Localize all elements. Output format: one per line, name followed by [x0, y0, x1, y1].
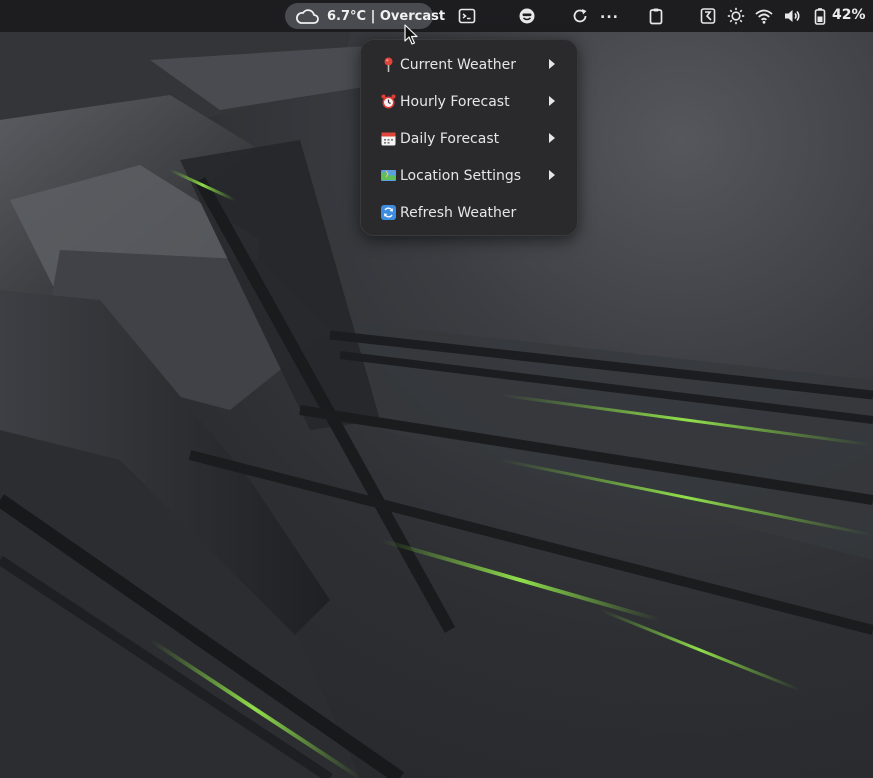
top-panel: 6.7°C | Overcast ... 42% — [0, 0, 873, 32]
menu-item-hourly-forecast[interactable]: Hourly Forecast — [361, 83, 577, 120]
menu-item-label: Daily Forecast — [400, 130, 500, 147]
input-method-icon[interactable] — [698, 6, 718, 26]
menu-item-label: Hourly Forecast — [400, 93, 510, 110]
overflow-indicator[interactable]: ... — [600, 6, 619, 22]
menu-item-label: Current Weather — [400, 56, 516, 73]
weather-menu: Current Weather Hourly Forecast Daily Fo… — [360, 39, 578, 236]
menu-item-refresh-weather[interactable]: Refresh Weather — [361, 194, 577, 231]
submenu-arrow-icon — [549, 170, 555, 180]
menu-item-location-settings[interactable]: Location Settings — [361, 157, 577, 194]
volume-icon[interactable] — [782, 6, 802, 26]
refresh-arrows-icon — [379, 204, 397, 222]
wifi-icon[interactable] — [754, 6, 774, 26]
refresh-icon[interactable] — [570, 6, 590, 26]
smiley-icon[interactable] — [517, 6, 537, 26]
brightness-icon[interactable] — [726, 6, 746, 26]
desktop: 6.7°C | Overcast ... 42% Current Weather… — [0, 0, 873, 778]
map-icon — [379, 167, 397, 185]
submenu-arrow-icon — [549, 133, 555, 143]
terminal-icon[interactable] — [457, 6, 477, 26]
menu-item-label: Location Settings — [400, 167, 522, 184]
submenu-arrow-icon — [549, 59, 555, 69]
calendar-icon — [379, 130, 397, 148]
battery-icon[interactable] — [810, 6, 830, 26]
cloud-icon — [295, 7, 319, 25]
alarm-clock-icon — [379, 93, 397, 111]
menu-item-daily-forecast[interactable]: Daily Forecast — [361, 120, 577, 157]
menu-item-label: Refresh Weather — [400, 204, 517, 221]
battery-percentage: 42% — [832, 7, 866, 23]
menu-item-current-weather[interactable]: Current Weather — [361, 46, 577, 83]
submenu-arrow-icon — [549, 96, 555, 106]
mouse-cursor-icon — [404, 24, 418, 45]
weather-summary-label: 6.7°C | Overcast — [327, 8, 446, 24]
clipboard-icon[interactable] — [646, 6, 666, 26]
pin-icon — [379, 56, 397, 74]
